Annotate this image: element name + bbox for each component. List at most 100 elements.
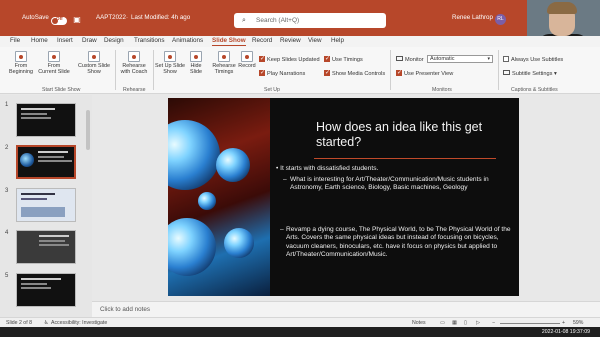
from-beginning-button[interactable]: From Beginning: [6, 51, 36, 75]
show-media-controls-checkbox[interactable]: Show Media Controls: [324, 69, 385, 77]
rehearse-with-coach-button[interactable]: Rehearse with Coach: [118, 51, 150, 75]
play-narrations-checkbox[interactable]: Play Narrations: [259, 69, 305, 77]
thumb-line: [21, 193, 55, 195]
thumb-number: 3: [5, 188, 9, 194]
hide-slide-button[interactable]: Hide Slide: [186, 51, 206, 75]
notes-button[interactable]: Notes: [412, 320, 426, 326]
bubble-graphic: [198, 192, 216, 210]
tab-slide-show[interactable]: Slide Show: [212, 37, 246, 46]
monitor-select[interactable]: Automatic ▾: [427, 55, 493, 63]
checkbox-checked-icon: [259, 55, 265, 62]
zoom-out-icon[interactable]: −: [492, 320, 495, 326]
tab-insert[interactable]: Insert: [57, 37, 73, 44]
user-name: Renee Lathrop: [452, 14, 493, 21]
tab-design[interactable]: Design: [104, 37, 124, 44]
tab-home[interactable]: Home: [31, 37, 48, 44]
group-label-setup: Set Up: [264, 87, 280, 93]
coach-icon: [128, 51, 140, 62]
rehearse-timings-label: Rehearse Timings: [212, 63, 236, 75]
thumbnail-scrollbar[interactable]: [86, 100, 91, 310]
group-label-monitors: Monitors: [432, 87, 452, 93]
monitor-icon: [396, 56, 403, 61]
thumb-line: [38, 156, 64, 158]
slideshow-view-icon[interactable]: ▷: [476, 320, 480, 326]
slide-thumbnail-5[interactable]: [16, 273, 76, 307]
monitor-value: Automatic: [430, 56, 455, 62]
rehearse-timings-button[interactable]: Rehearse Timings: [210, 51, 238, 75]
menu-bar: File Home Insert Draw Design Transitions…: [0, 36, 600, 47]
slide-canvas[interactable]: How does an idea like this get started? …: [168, 98, 519, 296]
tab-draw[interactable]: Draw: [82, 37, 97, 44]
slide-thumbnail-2[interactable]: [16, 145, 76, 179]
tab-help[interactable]: Help: [331, 37, 344, 44]
group-label-rehearse: Rehearse: [123, 87, 146, 93]
clock-datetime: 2022-01-08 19:37:09: [541, 329, 590, 335]
scrollbar-thumb[interactable]: [86, 110, 90, 150]
use-presenter-view-checkbox[interactable]: Use Presenter View: [396, 69, 454, 77]
bullet-1-text: It starts with dissatisfied students.: [280, 165, 379, 172]
zoom-level[interactable]: 59%: [573, 320, 583, 326]
zoom-slider[interactable]: [500, 323, 560, 324]
save-icon[interactable]: ▣: [72, 15, 82, 25]
bubble-graphic: [168, 120, 220, 190]
sub-bullet-1: – What is interesting for Art/Theater/Com…: [283, 176, 512, 193]
slide-image: [168, 98, 270, 296]
thumb-line: [38, 160, 72, 162]
checkbox-checked-icon: [324, 69, 330, 76]
paragraph-2-text: Revamp a dying course, The Physical Worl…: [286, 226, 511, 258]
search-placeholder: Search (Alt+Q): [256, 17, 300, 24]
group-label-start: Start Slide Show: [42, 87, 81, 93]
ribbon-divider: [498, 50, 499, 90]
keep-slides-label: Keep Slides Updated: [267, 57, 320, 63]
search-box[interactable]: ⌕ Search (Alt+Q): [234, 13, 386, 28]
thumb-line: [39, 235, 69, 237]
tab-file[interactable]: File: [10, 37, 20, 44]
use-timings-label: Use Timings: [332, 57, 363, 63]
thumb-line: [21, 108, 55, 110]
thumb-number: 4: [5, 230, 9, 236]
subtitle-icon: [503, 70, 510, 75]
presenter-view-label: Use Presenter View: [404, 71, 454, 77]
title-bar: AutoSave Off ▣ AAPT2022 · Last Modified:…: [0, 0, 600, 36]
monitor-label-row: Monitor: [396, 56, 424, 63]
tab-transitions[interactable]: Transitions: [134, 37, 165, 44]
thumb-line: [38, 151, 68, 153]
thumb-line: [39, 240, 65, 242]
chevron-down-icon: ▾: [487, 56, 490, 62]
slide-thumbnail-1[interactable]: [16, 103, 76, 137]
custom-slide-show-button[interactable]: Custom Slide Show: [76, 51, 112, 75]
autosave-label: AutoSave: [22, 14, 49, 21]
tab-record[interactable]: Record: [252, 37, 272, 44]
tab-review[interactable]: Review: [280, 37, 301, 44]
zoom-in-icon[interactable]: +: [562, 320, 565, 326]
slideshow-current-icon: [48, 51, 60, 62]
thumb-line: [21, 287, 51, 289]
avatar[interactable]: RL: [495, 14, 506, 25]
always-use-subtitles-checkbox[interactable]: Always Use Subtitles: [503, 56, 563, 63]
thumb-line: [39, 244, 69, 246]
accessibility-status[interactable]: Accessibility: Investigate: [51, 320, 107, 326]
setup-icon: [164, 51, 176, 62]
tab-view[interactable]: View: [308, 37, 322, 44]
last-modified[interactable]: Last Modified: 4h ago: [131, 14, 190, 21]
from-current-slide-button[interactable]: From Current Slide: [38, 51, 70, 75]
ribbon-divider: [390, 50, 391, 90]
slide-thumbnail-4[interactable]: [16, 230, 76, 264]
record-button[interactable]: Record: [236, 51, 258, 69]
subtitle-settings-label: Subtitle Settings: [512, 71, 553, 77]
tab-animations[interactable]: Animations: [172, 37, 203, 44]
thumb-number: 5: [5, 273, 9, 279]
thumb-line: [21, 278, 61, 280]
notes-placeholder: Click to add notes: [100, 306, 151, 313]
reading-view-icon[interactable]: ▯: [464, 320, 467, 326]
set-up-slide-show-button[interactable]: Set Up Slide Show: [155, 51, 185, 75]
sorter-view-icon[interactable]: ▦: [452, 320, 457, 326]
subtitle-settings-button[interactable]: Subtitle Settings ▾: [503, 70, 557, 77]
keep-slides-updated-checkbox[interactable]: Keep Slides Updated: [259, 55, 320, 63]
use-timings-checkbox[interactable]: Use Timings: [324, 55, 363, 63]
normal-view-icon[interactable]: ▭: [440, 320, 445, 326]
slide-title: How does an idea like this get started?: [316, 120, 483, 149]
notes-pane[interactable]: Click to add notes: [92, 301, 600, 317]
slide-thumbnail-3[interactable]: [16, 188, 76, 222]
status-bar: Slide 2 of 8 ♿ Accessibility: Investigat…: [0, 317, 600, 327]
